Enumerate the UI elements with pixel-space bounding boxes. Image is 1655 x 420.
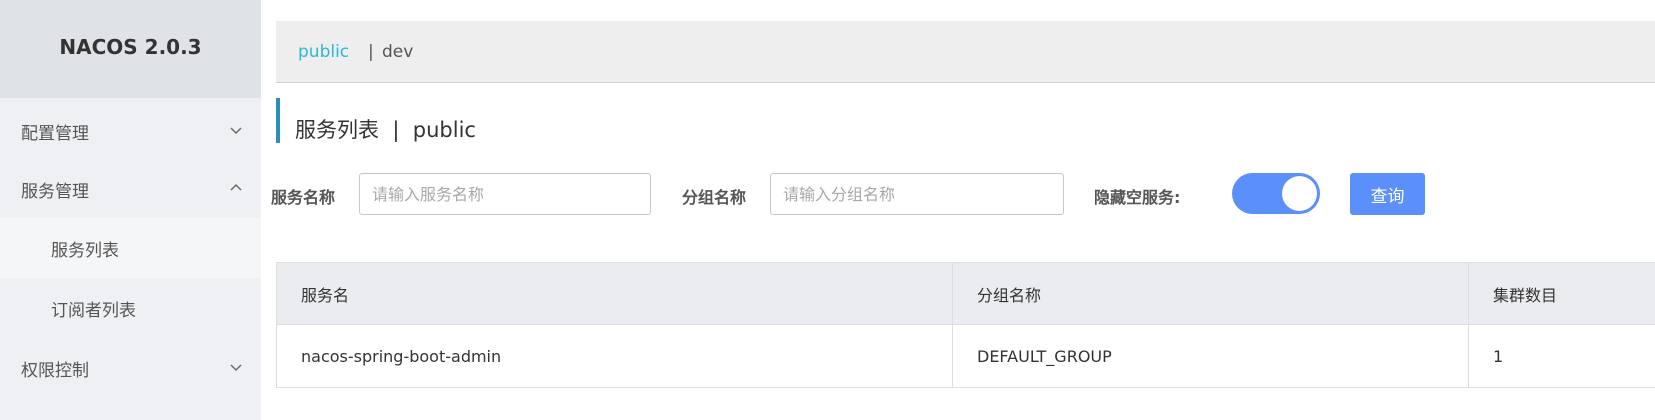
group-name-label: 分组名称 xyxy=(682,188,747,207)
chevron-down-icon xyxy=(230,127,242,134)
sidebar: NACOS 2.0.3 配置管理 服务管理 服务列表 订阅者列表 权限控制 xyxy=(0,0,261,420)
title-accent-bar xyxy=(276,98,280,143)
namespace-bar: public | dev xyxy=(276,21,1655,83)
sidebar-item-service-list[interactable]: 服务列表 xyxy=(0,218,261,278)
brand-title: NACOS 2.0.3 xyxy=(59,35,202,59)
sidebar-item-access-control[interactable]: 权限控制 xyxy=(0,338,261,398)
column-header-service-name[interactable]: 服务名 xyxy=(277,263,953,324)
namespace-dev-link[interactable]: dev xyxy=(382,42,413,62)
sidebar-item-label: 服务列表 xyxy=(51,240,119,261)
page-title: 服务列表 | public xyxy=(295,118,476,142)
table-header-row: 服务名 分组名称 集群数目 xyxy=(277,263,1655,325)
table-cell-group-name: DEFAULT_GROUP xyxy=(953,325,1469,387)
chevron-down-icon xyxy=(230,364,242,371)
sidebar-item-subscriber-list[interactable]: 订阅者列表 xyxy=(0,278,261,338)
hide-empty-services-toggle[interactable] xyxy=(1232,173,1320,214)
group-name-input[interactable] xyxy=(770,173,1064,215)
sidebar-item-label: 订阅者列表 xyxy=(51,300,136,321)
service-name-label: 服务名称 xyxy=(271,188,336,207)
sidebar-item-label: 服务管理 xyxy=(21,181,89,202)
toggle-knob xyxy=(1282,176,1317,211)
column-header-cluster-count[interactable]: 集群数目 xyxy=(1469,263,1655,324)
namespace-separator: | xyxy=(368,42,374,62)
brand-header: NACOS 2.0.3 xyxy=(0,0,261,98)
chevron-up-icon xyxy=(230,184,242,191)
hide-empty-services-label: 隐藏空服务: xyxy=(1094,188,1181,207)
table-row[interactable]: nacos-spring-boot-admin DEFAULT_GROUP 1 xyxy=(277,325,1655,387)
service-table: 服务名 分组名称 集群数目 nacos-spring-boot-admin DE… xyxy=(276,262,1655,388)
table-cell-cluster-count: 1 xyxy=(1493,346,1504,366)
query-button[interactable]: 查询 xyxy=(1350,173,1425,215)
service-name-input[interactable] xyxy=(359,173,651,215)
table-cell-service-name: nacos-spring-boot-admin xyxy=(277,325,953,387)
sidebar-item-label: 权限控制 xyxy=(21,360,89,381)
column-header-group-name[interactable]: 分组名称 xyxy=(953,263,1469,324)
namespace-public-link[interactable]: public xyxy=(298,42,349,62)
sidebar-item-service-management[interactable]: 服务管理 xyxy=(0,159,261,219)
sidebar-item-label: 配置管理 xyxy=(21,123,89,144)
sidebar-item-config-management[interactable]: 配置管理 xyxy=(0,101,261,161)
